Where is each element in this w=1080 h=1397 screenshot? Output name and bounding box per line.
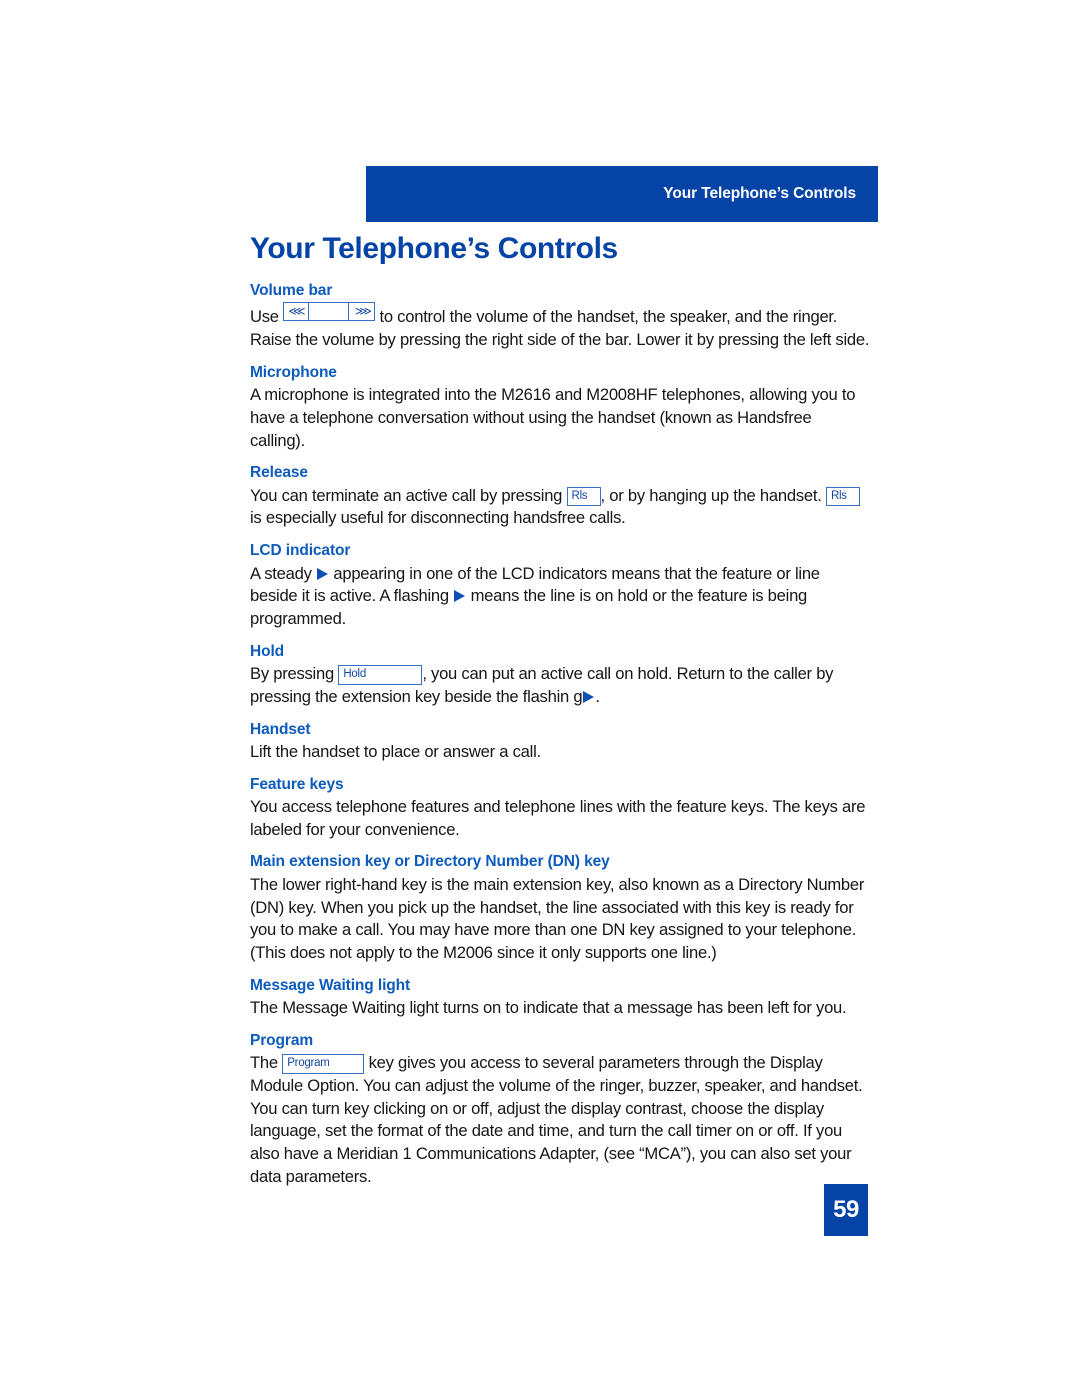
release-text-1: You can terminate an active call by pres… [250, 485, 567, 505]
section-body-feature-keys: You access telephone features and teleph… [250, 796, 866, 839]
volume-down-chevron-icon: ⋘ [284, 303, 310, 321]
section-heading-feature-keys: Feature keys [250, 775, 344, 793]
section-body-message-waiting-light: The Message Waiting light turns on to in… [250, 998, 847, 1018]
section-main-extension-key: Main extension key or Directory Number (… [250, 852, 870, 964]
volume-bar-text-before: Use [250, 307, 284, 327]
release-text-2: , or by hanging up the handset. [600, 485, 826, 505]
section-feature-keys: Feature keys You access telephone featur… [250, 775, 870, 842]
section-heading-volume-bar: Volume bar [250, 282, 333, 299]
page-number-badge: 59 [824, 1184, 868, 1236]
release-text-3: is especially useful for disconnecting h… [250, 508, 626, 528]
section-heading-program: Program [250, 1031, 314, 1049]
volume-bar-key-icon: ⋘ ⋙ [283, 302, 376, 322]
section-body-main-extension-key: The lower right-hand key is the main ext… [250, 874, 865, 962]
section-lcd-indicator: LCD indicator A steady appearing in one … [250, 541, 870, 631]
page-content: Your Telephone’s Controls Volume bar Use… [250, 232, 870, 1199]
section-handset: Handset Lift the handset to place or ans… [250, 720, 870, 764]
section-release: Release You can terminate an active call… [250, 463, 870, 530]
hold-key-icon: Hold [338, 665, 423, 685]
section-microphone: Microphone A microphone is integrated in… [250, 363, 870, 453]
volume-up-chevron-icon: ⋙ [354, 304, 372, 319]
section-hold: Hold By pressing Hold, you can put an ac… [250, 642, 870, 709]
section-body-microphone: A microphone is integrated into the M261… [250, 385, 856, 450]
program-text-1: The [250, 1053, 283, 1073]
section-message-waiting-light: Message Waiting light The Message Waitin… [250, 976, 870, 1020]
hold-flashing-triangle-icon [583, 690, 595, 703]
section-body-lcd-indicator: A steady appearing in one of the LCD ind… [250, 563, 870, 631]
volume-bar-middle-segment [309, 303, 350, 321]
rls-key-icon-2: Rls [825, 486, 860, 507]
running-header-bar: Your Telephone’s Controls [366, 166, 878, 222]
section-body-handset: Lift the handset to place or answer a ca… [250, 741, 541, 761]
section-body-release: You can terminate an active call by pres… [250, 485, 870, 530]
program-key-icon: Program [282, 1054, 365, 1074]
running-header-text: Your Telephone’s Controls [663, 185, 856, 202]
hold-text-3: . [595, 686, 600, 706]
page-title: Your Telephone’s Controls [250, 232, 618, 265]
section-heading-lcd-indicator: LCD indicator [250, 542, 351, 560]
rls-key-icon: Rls [566, 486, 601, 507]
section-heading-hold: Hold [250, 642, 285, 660]
lcd-triangle-indicator-icon [317, 567, 329, 580]
section-heading-message-waiting-light: Message Waiting light [250, 976, 411, 994]
document-page: Your Telephone’s Controls Your Telephone… [0, 0, 1080, 1397]
section-heading-microphone: Microphone [250, 363, 337, 381]
lcd-triangle-indicator-icon-2 [454, 590, 466, 603]
section-heading-main-extension-key: Main extension key or Directory Number (… [250, 853, 610, 871]
section-heading-handset: Handset [250, 720, 311, 738]
section-heading-release: Release [250, 464, 308, 482]
section-body-hold: By pressing Hold, you can put an active … [250, 663, 870, 708]
section-body-program: The Program key gives you access to seve… [250, 1052, 870, 1188]
section-program: Program The Program key gives you access… [250, 1031, 870, 1189]
section-body-volume-bar: Use ⋘ ⋙ to control the volume of the hand… [250, 302, 870, 351]
section-volume-bar: Volume bar Use ⋘ ⋙ to control the volume … [250, 281, 870, 352]
lcd-text-1: A steady [250, 563, 317, 583]
hold-text-1: By pressing [250, 664, 339, 684]
